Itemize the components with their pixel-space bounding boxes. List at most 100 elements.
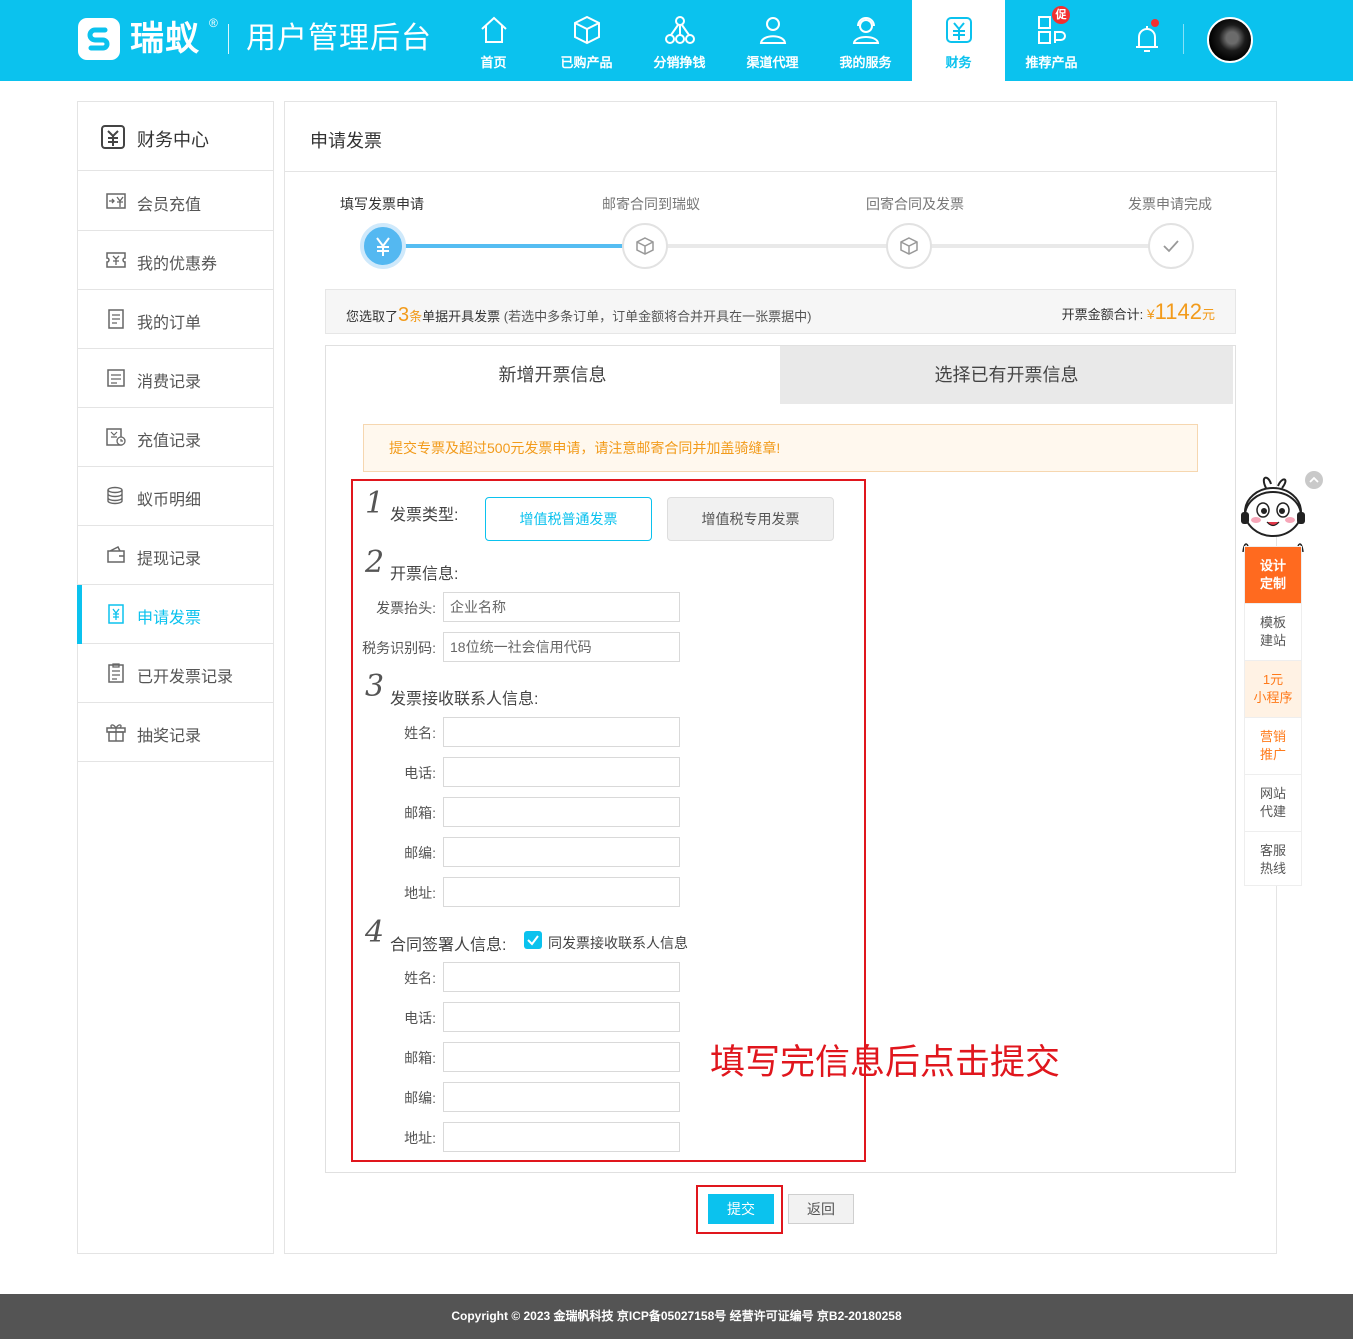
total-label: 开票金额合计: bbox=[1061, 307, 1144, 322]
invoice-type-special-button[interactable]: 增值税专用发票 bbox=[667, 497, 834, 541]
sidebar-item-coins[interactable]: 蚁币明细 bbox=[78, 467, 273, 526]
signer-address-input[interactable] bbox=[443, 1122, 680, 1152]
selected-count: 3 bbox=[398, 304, 410, 326]
field-label: 邮箱: bbox=[404, 1050, 436, 1066]
field-label: 邮箱: bbox=[404, 805, 436, 821]
section-title: 发票接收联系人信息: bbox=[390, 691, 539, 708]
nav-purchased[interactable]: 已购产品 bbox=[540, 0, 633, 81]
invoice-icon bbox=[108, 604, 124, 624]
invoice-record-icon bbox=[108, 663, 124, 683]
sidebar-item-label: 我的优惠券 bbox=[137, 256, 218, 273]
tab-existing-invoice-info[interactable]: 选择已有开票信息 bbox=[780, 346, 1233, 404]
sidebar-item-recharge-record[interactable]: 充值记录 bbox=[78, 408, 273, 467]
float-marketing[interactable]: 营销 推广 bbox=[1245, 718, 1301, 775]
sidebar-item-label: 提现记录 bbox=[137, 551, 202, 568]
coins-icon bbox=[107, 486, 123, 505]
amount-value: 1142 bbox=[1154, 299, 1202, 324]
footer: Copyright © 2023 金瑞帆科技 京ICP备05027158号 经营… bbox=[0, 1294, 1353, 1339]
brand-name: 瑞蚁 bbox=[130, 20, 200, 58]
selection-summary: 您选取了3条单据开具发票 (若选中多条订单，订单金额将合并开具在一张票据中) bbox=[346, 304, 811, 327]
finance-center-icon bbox=[101, 125, 125, 149]
float-item-label: 1元 小程序 bbox=[1253, 672, 1293, 705]
step-1-circle bbox=[360, 223, 406, 269]
nav-service[interactable]: 我的服务 bbox=[819, 0, 912, 81]
field-label: 邮编: bbox=[404, 1090, 436, 1106]
sidebar-item-apply-invoice[interactable]: 申请发票 bbox=[77, 585, 273, 644]
nav-distribution[interactable]: 分销挣钱 bbox=[633, 0, 726, 81]
nav-finance[interactable]: 财务 bbox=[912, 0, 1005, 81]
signer-email-input[interactable] bbox=[443, 1042, 680, 1072]
nav-label: 已购产品 bbox=[560, 55, 613, 70]
nav-label: 推荐产品 bbox=[1025, 55, 1078, 70]
float-hotline[interactable]: 客服 热线 bbox=[1245, 832, 1301, 889]
sidebar-header: 财务中心 bbox=[78, 102, 273, 171]
sidebar-item-withdraw[interactable]: 提现记录 bbox=[78, 526, 273, 585]
sidebar-item-consume[interactable]: 消费记录 bbox=[78, 349, 273, 408]
sidebar-item-lottery[interactable]: 抽奖记录 bbox=[78, 703, 273, 762]
agent-icon bbox=[759, 17, 787, 44]
sidebar-item-invoice-records[interactable]: 已开发票记录 bbox=[78, 644, 273, 703]
title-divider bbox=[285, 171, 1276, 172]
receiver-postcode-input[interactable] bbox=[443, 837, 680, 867]
nav-label: 渠道代理 bbox=[746, 55, 799, 70]
tab-new-invoice-info[interactable]: 新增开票信息 bbox=[326, 346, 779, 404]
signer-postcode-input[interactable] bbox=[443, 1082, 680, 1112]
back-button[interactable]: 返回 bbox=[788, 1194, 854, 1224]
step-1-label: 填写发票申请 bbox=[340, 196, 424, 212]
floating-service-bar: 设计 定制 模板 建站 1元 小程序 营销 推广 网站 代建 客服 热线 bbox=[1244, 546, 1302, 886]
step-2-label: 邮寄合同到瑞蚁 bbox=[602, 196, 700, 212]
receiver-phone-input[interactable] bbox=[443, 757, 680, 787]
sidebar-item-orders[interactable]: 我的订单 bbox=[78, 290, 273, 349]
float-website-build[interactable]: 网站 代建 bbox=[1245, 775, 1301, 832]
tax-id-input[interactable] bbox=[443, 632, 680, 662]
sidebar-item-recharge[interactable]: 会员充值 bbox=[78, 172, 273, 231]
field-label: 税务识别码: bbox=[362, 640, 436, 656]
total-amount: 开票金额合计: ¥1142元 bbox=[1062, 299, 1215, 325]
yuan-icon bbox=[376, 237, 390, 256]
section-number: 3 bbox=[365, 669, 385, 704]
nav-label: 首页 bbox=[480, 55, 507, 70]
float-mini-program[interactable]: 1元 小程序 bbox=[1245, 661, 1301, 718]
sidebar-item-coupons[interactable]: 我的优惠券 bbox=[78, 231, 273, 290]
float-design-custom[interactable]: 设计 定制 bbox=[1245, 547, 1301, 604]
page-title: 申请发票 bbox=[310, 131, 382, 151]
logo-icon[interactable] bbox=[78, 18, 120, 60]
notification-dot bbox=[1151, 19, 1159, 27]
gift-icon bbox=[106, 724, 126, 742]
section-title: 合同签署人信息: bbox=[390, 937, 507, 954]
float-template-site[interactable]: 模板 建站 bbox=[1245, 604, 1301, 661]
same-as-receiver-label[interactable]: 同发票接收联系人信息 bbox=[548, 933, 688, 953]
box-icon bbox=[574, 15, 600, 45]
same-as-receiver-checkbox[interactable] bbox=[524, 931, 542, 949]
main-panel: 申请发票 填写发票申请 邮寄合同到瑞蚁 回寄合同及发票 发票申请完成 您选取了3… bbox=[284, 101, 1277, 1254]
nav-channel[interactable]: 渠道代理 bbox=[726, 0, 819, 81]
summary-note: (若选中多条订单，订单金额将合并开具在一张票据中) bbox=[503, 309, 812, 324]
sidebar-item-label: 我的订单 bbox=[137, 315, 202, 332]
signer-name-input[interactable] bbox=[443, 962, 680, 992]
receiver-address-input[interactable] bbox=[443, 877, 680, 907]
registered-mark: ® bbox=[209, 16, 218, 30]
sidebar-item-label: 已开发票记录 bbox=[137, 669, 234, 686]
signer-phone-input[interactable] bbox=[443, 1002, 680, 1032]
submit-button[interactable]: 提交 bbox=[708, 1194, 774, 1224]
recharge-icon bbox=[106, 193, 126, 209]
step-3-circle bbox=[886, 223, 932, 269]
mascot-icon bbox=[1241, 476, 1305, 552]
field-label: 地址: bbox=[404, 885, 436, 901]
sidebar-item-label: 消费记录 bbox=[137, 374, 202, 391]
receiver-name-input[interactable] bbox=[443, 717, 680, 747]
sidebar-item-label: 会员充值 bbox=[137, 197, 202, 214]
sidebar-item-label: 充值记录 bbox=[137, 433, 202, 450]
headset-icon bbox=[852, 17, 880, 44]
field-label: 姓名: bbox=[404, 970, 436, 986]
nav-home[interactable]: 首页 bbox=[447, 0, 540, 81]
step-progress-line bbox=[403, 244, 623, 248]
receiver-email-input[interactable] bbox=[443, 797, 680, 827]
avatar[interactable] bbox=[1207, 17, 1253, 63]
invoice-type-normal-button[interactable]: 增值税普通发票 bbox=[485, 497, 652, 541]
notice-banner: 提交专票及超过500元发票申请，请注意邮寄合同并加盖骑缝章! bbox=[363, 424, 1198, 472]
section-title: 开票信息: bbox=[390, 566, 459, 583]
bell-icon[interactable] bbox=[1130, 22, 1164, 56]
brand-divider bbox=[228, 24, 229, 54]
invoice-title-input[interactable] bbox=[443, 592, 680, 622]
